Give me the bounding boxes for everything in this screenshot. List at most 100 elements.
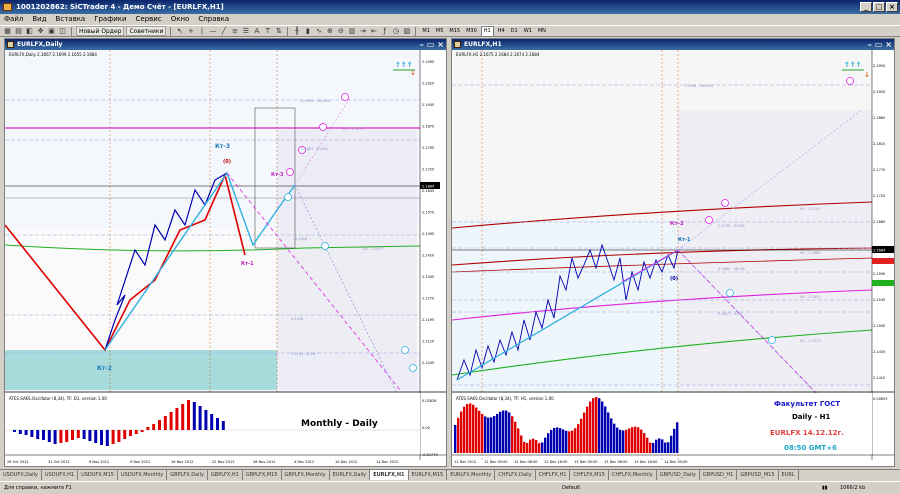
price-tick-label: 2.2095	[422, 60, 434, 64]
channel-icon[interactable]: ≡	[230, 27, 239, 36]
chart-tab[interactable]: EURLFX,Daily	[330, 470, 371, 480]
menu-insert[interactable]: Вставка	[56, 14, 86, 25]
chart-tab[interactable]: CHFLFX,Monthly	[609, 470, 657, 480]
tester-icon[interactable]: ◫	[58, 27, 67, 36]
menu-window[interactable]: Окно	[171, 14, 190, 25]
crosshair-icon[interactable]: +	[186, 27, 195, 36]
candle-chart-icon[interactable]: ▮	[303, 27, 312, 36]
profiles-icon[interactable]: ▤	[14, 27, 23, 36]
chart-tab[interactable]: USDUFX,M15	[78, 470, 118, 480]
tile-windows-icon[interactable]: ▥	[347, 27, 356, 36]
chart-window-eurlfx-daily[interactable]: EURLFX,Daily – ▭ × Кт-3 Кт-2 Кт-1 Кт-3 (0) 2.…	[4, 38, 447, 467]
horizontal-line-icon[interactable]: —	[208, 27, 217, 36]
close-icon[interactable]: ×	[885, 40, 892, 49]
close-button[interactable]: ×	[886, 2, 898, 12]
chart-tab[interactable]: USDUFX,H1	[42, 470, 79, 480]
chart-tab[interactable]: CHFLFX,H1	[536, 470, 571, 480]
status-traffic-icon: ▮▮	[822, 485, 828, 491]
oscillator-bar	[562, 429, 565, 453]
minimize-icon[interactable]: –	[420, 40, 424, 49]
chart-tab[interactable]: EURLFX,M15	[409, 470, 448, 480]
line-chart-icon[interactable]: ∿	[314, 27, 323, 36]
expert-advisors-button[interactable]: Советники	[126, 26, 167, 36]
timeframe-h4[interactable]: H4	[496, 27, 507, 36]
vertical-line-icon[interactable]: |	[197, 27, 206, 36]
chart-tab[interactable]: GBPUSD_Daily	[657, 470, 700, 480]
oscillator-bar	[460, 411, 463, 453]
menu-tools[interactable]: Сервис	[136, 14, 162, 25]
minimize-button[interactable]: _	[860, 2, 872, 12]
chart-canvas-daily[interactable]: Кт-3 Кт-2 Кт-1 Кт-3 (0) 2.1959 - 161.8% D1 - 2…	[5, 50, 446, 466]
timeframe-d1[interactable]: D1	[509, 27, 520, 36]
chart-tab[interactable]: CHFLFX,Daily	[495, 470, 536, 480]
chart-window-icon	[454, 41, 461, 48]
label-icon[interactable]: T	[263, 27, 272, 36]
text-icon[interactable]: A	[252, 27, 261, 36]
timeframe-m1[interactable]: M1	[420, 27, 432, 36]
chart-tab[interactable]: GBPLFX,M15	[243, 470, 282, 480]
current-price-label: 2.1684	[873, 249, 886, 253]
price-tick-label: 2.1905	[873, 90, 885, 94]
timeframe-m15[interactable]: M15	[447, 27, 462, 36]
chart-tab[interactable]: GBPLFX,H1	[208, 470, 243, 480]
new-order-button[interactable]: Новый Ордер	[76, 26, 125, 36]
price-tick-label: 2.1545	[873, 298, 885, 302]
chart-window-eurlfx-h1[interactable]: EURLFX,H1 – ▭ × Кт-2 Кт-1 (0) 2.1906 - 161.…	[451, 38, 895, 467]
close-icon[interactable]: ×	[437, 40, 444, 49]
timeframe-h1[interactable]: H1	[480, 25, 494, 37]
chart-tab[interactable]: EURLFX,H1	[370, 470, 409, 480]
timeframe-m30[interactable]: M30	[464, 27, 479, 36]
oscillator-bar	[511, 416, 514, 453]
oscillator-bar	[13, 430, 16, 432]
zoom-out-icon[interactable]: ⊖	[336, 27, 345, 36]
autoscroll-icon[interactable]: ⇥	[358, 27, 367, 36]
zoom-in-icon[interactable]: ⊕	[325, 27, 334, 36]
chart-tab[interactable]: USDUFX,Monthly	[118, 470, 168, 480]
date-tick-label: 10 Dec 2012	[335, 460, 357, 464]
oscillator-bar	[469, 403, 472, 453]
menu-help[interactable]: Справка	[198, 14, 229, 25]
chart-tab[interactable]: GBPLFX,Daily	[167, 470, 208, 480]
chart-tab[interactable]: EURL	[779, 470, 799, 480]
menu-file[interactable]: Файл	[4, 14, 23, 25]
timeframe-mn[interactable]: MN	[536, 27, 548, 36]
restore-icon[interactable]: ▭	[875, 40, 883, 49]
chart-tab[interactable]: CHFLFX,M15	[570, 470, 609, 480]
pivot-price-marker	[872, 280, 894, 286]
oscillator-bar	[53, 430, 57, 444]
chart-tab[interactable]: EURLFX,Monthly	[447, 470, 496, 480]
chart-tab[interactable]: GBPUSD_M15	[737, 470, 779, 480]
menu-bar: Файл Вид Вставка Графики Сервис Окно Спр…	[0, 14, 900, 25]
market-watch-icon[interactable]: ◧	[25, 27, 34, 36]
oscillator-bar	[169, 412, 173, 430]
terminal-icon[interactable]: ▣	[47, 27, 56, 36]
status-traffic: 1066/2 kb	[840, 485, 866, 491]
timeframe-m5[interactable]: M5	[434, 27, 446, 36]
templates-icon[interactable]: ▨	[402, 27, 411, 36]
fibonacci-icon[interactable]: ☰	[241, 27, 250, 36]
maximize-button[interactable]: □	[873, 2, 885, 12]
arrows-icon[interactable]: ⇅	[274, 27, 283, 36]
oscillator-bar	[134, 430, 138, 434]
navigator-icon[interactable]: ✥	[36, 27, 45, 36]
cursor-icon[interactable]: ↖	[175, 27, 184, 36]
periods-icon[interactable]: ◷	[391, 27, 400, 36]
new-chart-icon[interactable]: ▦	[3, 27, 12, 36]
chart-tab[interactable]: USDUFX,Daily	[0, 470, 42, 480]
bar-chart-icon[interactable]: ╫	[292, 27, 301, 36]
restore-icon[interactable]: ▭	[427, 40, 435, 49]
menu-charts[interactable]: Графики	[94, 14, 126, 25]
trendline-icon[interactable]: ╱	[219, 27, 228, 36]
chart-shift-icon[interactable]: ⇤	[369, 27, 378, 36]
oscillator-bar	[655, 439, 658, 453]
chart-tab[interactable]: GBPLFX,Monthly	[282, 470, 330, 480]
indicators-icon[interactable]: ƒ	[380, 27, 389, 36]
oscillator-bar	[592, 398, 595, 453]
minimize-icon[interactable]: –	[868, 40, 872, 49]
oscillator-bar	[586, 406, 589, 453]
date-tick-label: 6 Nov 2012	[89, 460, 109, 464]
chart-tab[interactable]: GBPUSD_H1	[700, 470, 738, 480]
menu-view[interactable]: Вид	[32, 14, 46, 25]
timeframe-w1[interactable]: W1	[522, 27, 534, 36]
target-circle	[286, 168, 294, 176]
